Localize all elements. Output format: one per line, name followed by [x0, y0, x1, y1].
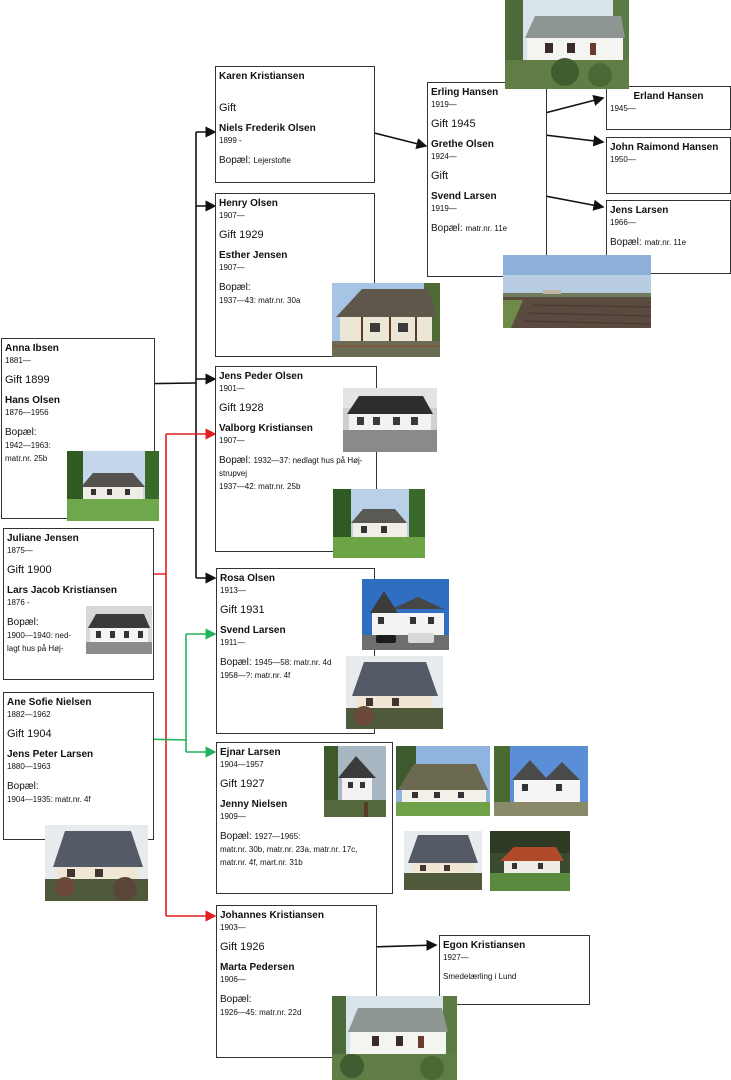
person-dates: 1906— [220, 975, 246, 984]
person-name: Jens Larsen [610, 205, 669, 216]
bw-house-photo [86, 606, 152, 654]
white-house-photo [332, 996, 457, 1080]
residence-line: matr.nr. 11e [465, 224, 508, 233]
gray-roof-house-photo [346, 656, 443, 729]
white-villa-photo [362, 579, 449, 650]
person-name: Karen Kristiansen [219, 71, 305, 82]
person-card-erland: Erland Hansen 1945— [606, 86, 731, 130]
residence-label: Bopæl: [431, 223, 463, 234]
person-dates: 1919— [431, 100, 457, 109]
person-name: Erland Hansen [633, 91, 704, 102]
person-name: Anna Ibsen [5, 343, 59, 354]
person-dates: 1903— [220, 923, 246, 932]
residence-line: Lejerstofte [253, 156, 291, 165]
farmhouse-photo [67, 451, 159, 521]
couple-card-ane-jens: Ane Sofie Nielsen 1882—1962 Gift 1904 Je… [3, 692, 154, 840]
residence-line: 1927—1965: [254, 832, 301, 841]
person-dates: 1880—1963 [7, 762, 51, 771]
thatched-house-photo [396, 746, 490, 816]
person-dates: 1907— [219, 263, 245, 272]
person-dates: 1950— [610, 155, 636, 164]
person-name: Svend Larsen [431, 191, 497, 202]
marriage-label: Gift 1929 [219, 229, 264, 241]
person-dates: 1881— [5, 356, 31, 365]
person-dates: 1899 - [219, 136, 242, 145]
residence-line: matr.nr. 4f, mart.nr. 31b [220, 858, 303, 867]
person-dates: 1911— [220, 638, 246, 647]
residence-line: strupvej [219, 469, 248, 478]
field-photo [503, 255, 651, 328]
residence-line: matr.nr. 30b, matr.nr. 23a, matr.nr. 17c… [220, 845, 358, 854]
marriage-label: Gift 1900 [7, 564, 52, 576]
person-name: Lars Jacob Kristiansen [7, 585, 118, 596]
marriage-label: Gift [219, 102, 237, 114]
person-name: Esther Jensen [219, 250, 288, 261]
residence-label: Bopæl: [5, 427, 37, 438]
thatched-cottage-photo [332, 283, 440, 357]
person-dates: 1924— [431, 152, 457, 161]
marriage-label: Gift 1945 [431, 118, 476, 130]
residence-label: Bopæl: [219, 455, 251, 466]
person-dates: 1875— [7, 546, 33, 555]
person-name: Jens Peder Olsen [219, 371, 303, 382]
person-dates: 1927— [443, 953, 469, 962]
person-dates: 1945— [610, 104, 636, 113]
bw-cottage-photo [343, 388, 437, 452]
residence-label: Bopæl: [220, 657, 252, 668]
person-name: Henry Olsen [219, 198, 278, 209]
residence-line: 1932—37: nedlagt hus på Høj- [253, 456, 363, 465]
person-dates: 1882—1962 [7, 710, 51, 719]
residence-label: Bopæl: [610, 237, 642, 248]
white-house-photo [505, 0, 629, 89]
person-name: Juliane Jensen [7, 533, 79, 544]
occupation-note: Smedelærling i Lund [443, 972, 517, 981]
white-villa-photo [494, 746, 588, 816]
couple-card-karen-niels: Karen Kristiansen Gift Niels Frederik Ol… [215, 66, 375, 183]
residence-line: matr.nr. 11e [644, 238, 687, 247]
person-dates: 1919— [431, 204, 457, 213]
person-name: Hans Olsen [5, 395, 61, 406]
marriage-label: Gift 1904 [7, 728, 52, 740]
gray-roof-house-photo [45, 825, 148, 901]
person-name: Niels Frederik Olsen [219, 123, 316, 134]
marriage-label: Gift 1899 [5, 374, 50, 386]
residence-label: Bopæl: [7, 781, 39, 792]
person-name: Egon Kristiansen [443, 940, 526, 951]
person-name: Jens Peter Larsen [7, 749, 94, 760]
person-dates: 1913— [220, 586, 246, 595]
person-name: Grethe Olsen [431, 139, 494, 150]
residence-label: Bopæl: [220, 831, 252, 842]
couple-card-juliane-lars: Juliane Jensen 1875— Gift 1900 Lars Jaco… [3, 528, 154, 680]
person-dates: 1907— [219, 211, 245, 220]
person-name: Rosa Olsen [220, 573, 276, 584]
person-name: Marta Pedersen [220, 962, 295, 973]
marriage-label: Gift 1926 [220, 941, 265, 953]
brick-house-photo [490, 831, 570, 891]
couple-card-erling-grethe-svend: Erling Hansen 1919— Gift 1945 Grethe Ols… [427, 82, 547, 277]
person-name: Svend Larsen [220, 625, 286, 636]
residence-line: 1945—58: matr.nr. 4d [254, 658, 332, 667]
marriage-label: Gift 1931 [220, 604, 265, 616]
marriage-label: Gift [431, 170, 449, 182]
residence-line: 1904—1935: matr.nr. 4f [7, 795, 91, 804]
residence-label: Bopæl: [219, 155, 251, 166]
person-dates [219, 83, 371, 94]
person-card-egon: Egon Kristiansen 1927— Smedelærling i Lu… [439, 935, 590, 1005]
person-name: John Raimond Hansen [610, 142, 719, 153]
garden-cottage-photo [333, 489, 425, 558]
person-name: Ane Sofie Nielsen [7, 697, 92, 708]
person-card-john-raimond: John Raimond Hansen 1950— [606, 137, 731, 194]
gray-roof-house-photo [404, 831, 482, 890]
person-dates: 1876—1956 [5, 408, 49, 417]
brick-house-photo [324, 746, 386, 817]
person-name: Johannes Kristiansen [220, 910, 324, 921]
person-dates: 1966— [610, 218, 636, 227]
